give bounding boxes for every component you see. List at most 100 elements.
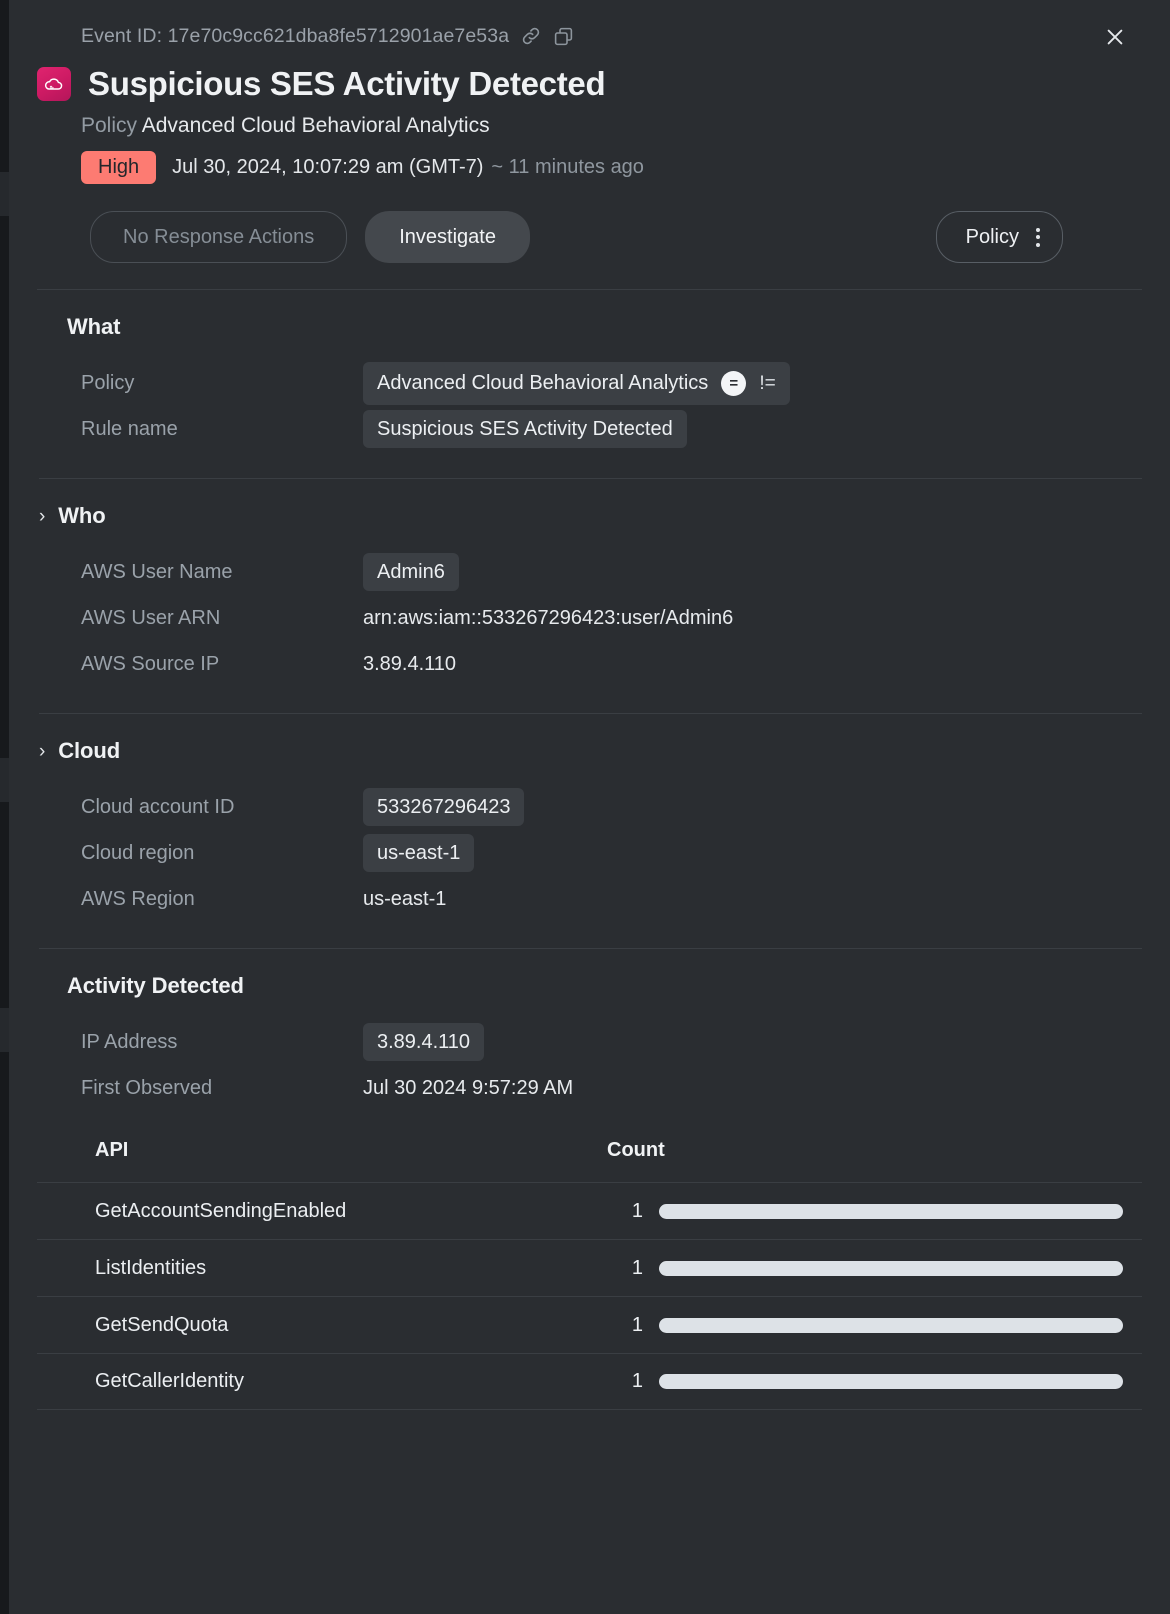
count-bar-fill bbox=[659, 1317, 1123, 1333]
api-count-table: API Count GetAccountSendingEnabled 1 Lis… bbox=[9, 1139, 1170, 1410]
copy-icon[interactable] bbox=[553, 26, 574, 47]
api-name: GetSendQuota bbox=[95, 1313, 229, 1336]
section-who: › Who AWS User Name Admin6 AWS User ARN … bbox=[9, 479, 1170, 713]
cloud-icon bbox=[37, 67, 71, 101]
table-header-row: API Count bbox=[37, 1139, 1142, 1182]
cloud-region-chip[interactable]: us-east-1 bbox=[363, 834, 475, 872]
no-response-actions-button[interactable]: No Response Actions bbox=[90, 211, 348, 263]
field-cloud-account-id: Cloud account ID 533267296423 bbox=[9, 784, 1170, 830]
table-row[interactable]: GetSendQuota 1 bbox=[37, 1296, 1142, 1353]
field-value: us-east-1 bbox=[363, 834, 475, 872]
panel-header: Event ID: 17e70c9cc621dba8fe5712901ae7e5… bbox=[9, 0, 1170, 263]
count-bar-track bbox=[659, 1374, 1123, 1389]
api-count: 1 bbox=[631, 1199, 643, 1222]
page-title: Suspicious SES Activity Detected bbox=[88, 65, 606, 102]
chevron-right-icon: › bbox=[39, 505, 46, 527]
table-row[interactable]: GetAccountSendingEnabled 1 bbox=[37, 1182, 1142, 1239]
count-bar-fill bbox=[659, 1260, 1123, 1276]
field-label: AWS User Name bbox=[81, 560, 233, 583]
field-value: arn:aws:iam::533267296423:user/Admin6 bbox=[363, 607, 733, 630]
table-row[interactable]: ListIdentities 1 bbox=[37, 1239, 1142, 1296]
chevron-right-icon: › bbox=[39, 740, 46, 762]
count-bar-track bbox=[659, 1317, 1123, 1333]
field-label: First Observed bbox=[81, 1076, 213, 1099]
section-title-cloud: Cloud bbox=[58, 738, 121, 763]
field-label: AWS Source IP bbox=[81, 652, 220, 675]
section-header-who[interactable]: › Who bbox=[9, 503, 1170, 529]
section-what: What Policy Advanced Cloud Behavioral An… bbox=[9, 290, 1170, 478]
field-value: Advanced Cloud Behavioral Analytics = != bbox=[363, 361, 790, 405]
field-first-observed: First Observed Jul 30 2024 9:57:29 AM bbox=[9, 1065, 1170, 1111]
section-title-activity: Activity Detected bbox=[67, 973, 244, 998]
api-name: ListIdentities bbox=[95, 1256, 207, 1279]
detail-panel: Event ID: 17e70c9cc621dba8fe5712901ae7e5… bbox=[9, 0, 1170, 1614]
event-timestamp: Jul 30, 2024, 10:07:29 am (GMT-7) bbox=[172, 156, 484, 178]
count-bar-track bbox=[659, 1260, 1123, 1276]
field-value: Jul 30 2024 9:57:29 AM bbox=[363, 1077, 573, 1100]
severity-badge: High bbox=[81, 151, 157, 184]
section-activity-detected: Activity Detected IP Address 3.89.4.110 … bbox=[9, 949, 1170, 1436]
field-label: AWS Region bbox=[81, 887, 195, 910]
page-background-strip bbox=[0, 0, 9, 1614]
first-observed-value: Jul 30 2024 9:57:29 AM bbox=[363, 1076, 574, 1099]
count-bar-fill bbox=[659, 1374, 1123, 1389]
background-notch bbox=[0, 1008, 9, 1052]
link-icon[interactable] bbox=[520, 25, 542, 47]
aws-source-ip-value: 3.89.4.110 bbox=[363, 652, 457, 675]
section-title-what: What bbox=[67, 314, 121, 339]
event-id-row: Event ID: 17e70c9cc621dba8fe5712901ae7e5… bbox=[81, 22, 1140, 50]
count-bar-fill bbox=[659, 1203, 1123, 1219]
field-value: Admin6 bbox=[363, 553, 459, 591]
aws-user-arn-value: arn:aws:iam::533267296423:user/Admin6 bbox=[363, 606, 734, 629]
policy-button[interactable]: Policy bbox=[935, 211, 1063, 263]
cloud-account-id-chip[interactable]: 533267296423 bbox=[363, 788, 525, 826]
column-header-count: Count bbox=[607, 1139, 665, 1161]
field-value: 533267296423 bbox=[363, 788, 525, 826]
column-header-api: API bbox=[95, 1139, 129, 1161]
field-aws-source-ip: AWS Source IP 3.89.4.110 bbox=[9, 641, 1170, 687]
field-aws-user-name: AWS User Name Admin6 bbox=[9, 549, 1170, 595]
more-vertical-icon[interactable] bbox=[1036, 227, 1040, 247]
field-label: Cloud account ID bbox=[81, 795, 235, 818]
field-label: Cloud region bbox=[81, 841, 195, 864]
section-header-cloud[interactable]: › Cloud bbox=[9, 738, 1170, 764]
count-bar-track bbox=[659, 1203, 1123, 1219]
table-row[interactable]: GetCallerIdentity 1 bbox=[37, 1353, 1142, 1410]
aws-region-value: us-east-1 bbox=[363, 887, 447, 910]
policy-chip[interactable]: Advanced Cloud Behavioral Analytics = != bbox=[363, 361, 790, 405]
ip-address-chip[interactable]: 3.89.4.110 bbox=[363, 1023, 485, 1061]
event-id-text: Event ID: 17e70c9cc621dba8fe5712901ae7e5… bbox=[81, 24, 510, 47]
field-value: 3.89.4.110 bbox=[363, 1023, 485, 1061]
event-detail-panel: Event ID: 17e70c9cc621dba8fe5712901ae7e5… bbox=[0, 0, 1170, 1614]
background-notch bbox=[0, 172, 9, 216]
rule-name-chip[interactable]: Suspicious SES Activity Detected bbox=[363, 410, 687, 448]
field-policy: Policy Advanced Cloud Behavioral Analyti… bbox=[9, 360, 1170, 406]
policy-subtitle-value: Advanced Cloud Behavioral Analytics bbox=[141, 114, 490, 137]
event-relative-time: ~ 11 minutes ago bbox=[491, 156, 644, 178]
aws-user-name-chip[interactable]: Admin6 bbox=[363, 553, 459, 591]
field-label: Policy bbox=[81, 371, 135, 394]
api-count: 1 bbox=[631, 1370, 643, 1392]
field-aws-region: AWS Region us-east-1 bbox=[9, 876, 1170, 922]
api-count: 1 bbox=[631, 1256, 643, 1279]
field-rule-name: Rule name Suspicious SES Activity Detect… bbox=[9, 406, 1170, 452]
api-name: GetAccountSendingEnabled bbox=[95, 1199, 347, 1222]
policy-button-label: Policy bbox=[965, 226, 1019, 248]
field-value: 3.89.4.110 bbox=[363, 653, 456, 676]
policy-chip-label: Advanced Cloud Behavioral Analytics bbox=[377, 372, 709, 394]
background-notch bbox=[0, 758, 9, 802]
meta-row: High Jul 30, 2024, 10:07:29 am (GMT-7) ~… bbox=[81, 151, 1140, 184]
policy-subtitle: Policy Advanced Cloud Behavioral Analyti… bbox=[81, 114, 1140, 138]
field-ip-address: IP Address 3.89.4.110 bbox=[9, 1019, 1170, 1065]
api-name: GetCallerIdentity bbox=[95, 1370, 244, 1392]
field-cloud-region: Cloud region us-east-1 bbox=[9, 830, 1170, 876]
title-row: Suspicious SES Activity Detected bbox=[37, 65, 1140, 103]
not-equals-operator-icon[interactable]: != bbox=[759, 374, 775, 393]
investigate-button[interactable]: Investigate bbox=[365, 211, 530, 263]
equals-operator-icon[interactable]: = bbox=[721, 370, 747, 396]
close-icon[interactable] bbox=[1100, 22, 1130, 52]
section-title-who: Who bbox=[58, 503, 106, 528]
api-count: 1 bbox=[631, 1313, 643, 1336]
action-buttons-row: No Response Actions Investigate Policy bbox=[90, 211, 1140, 263]
field-value: Suspicious SES Activity Detected bbox=[363, 410, 687, 448]
